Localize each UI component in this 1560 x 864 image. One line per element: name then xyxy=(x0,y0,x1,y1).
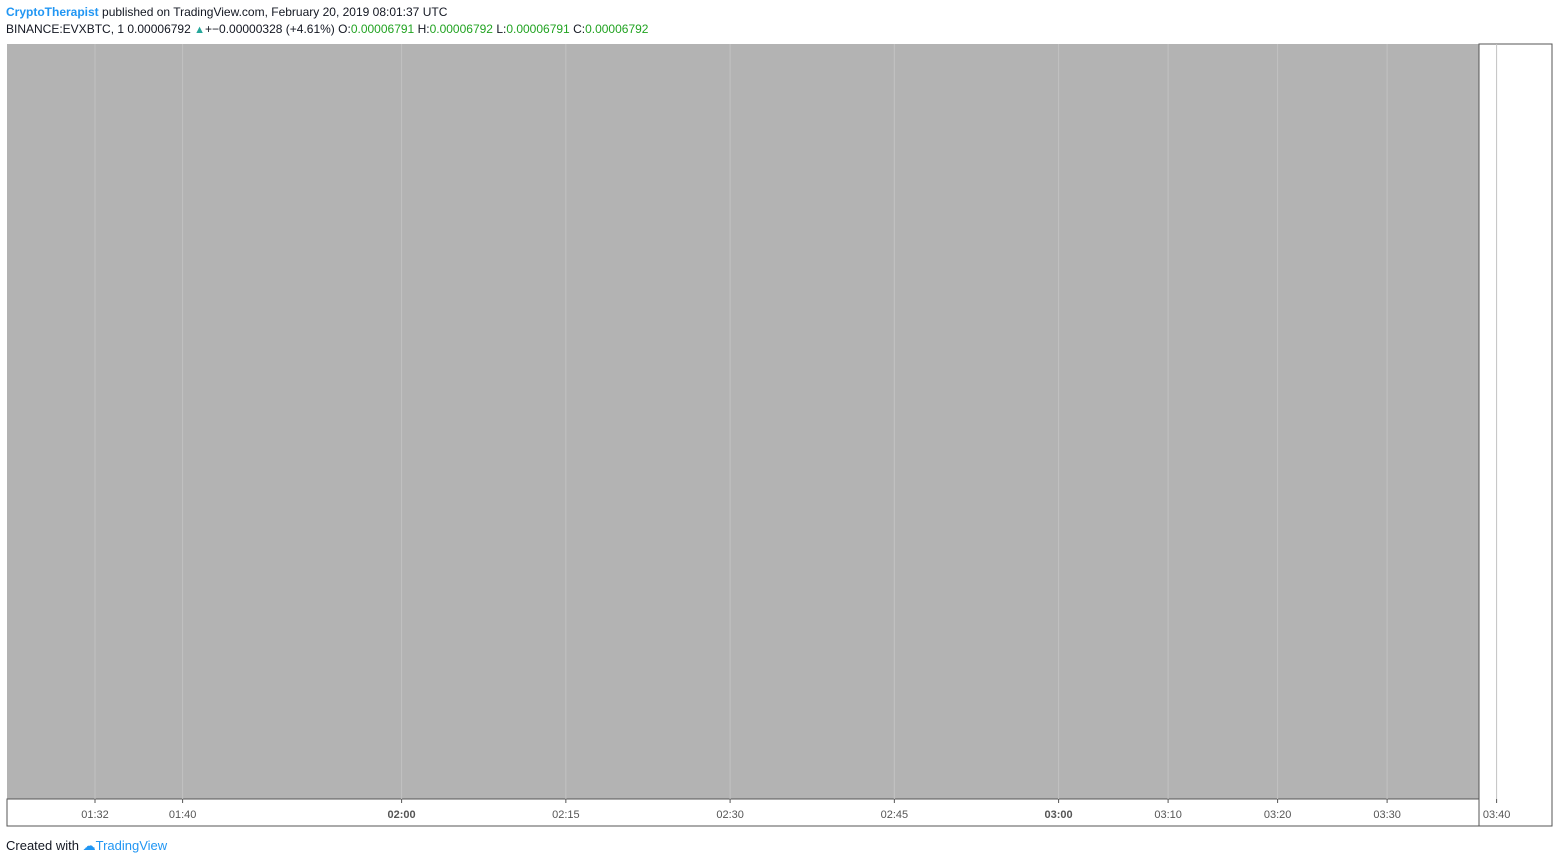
tradingview-logo-icon: ☁ xyxy=(82,838,96,853)
x-tick-label: 03:00 xyxy=(1045,809,1073,821)
created-with-text: Created with xyxy=(6,838,79,853)
price-chart[interactable]: 0.000085000.000080000.000070000.00005500… xyxy=(0,0,1560,864)
x-tick-label: 02:45 xyxy=(881,809,909,821)
x-tick-label: 01:32 xyxy=(81,809,109,821)
x-tick-label: 03:30 xyxy=(1373,809,1401,821)
x-tick-label: 03:10 xyxy=(1154,809,1182,821)
x-tick-label: 03:40 xyxy=(1483,809,1511,821)
x-tick-label: 02:00 xyxy=(388,809,416,821)
x-tick-label: 02:30 xyxy=(716,809,744,821)
x-tick-label: 01:40 xyxy=(169,809,197,821)
plot-area xyxy=(7,44,1479,799)
footer: Created with ☁TradingView xyxy=(6,838,167,854)
x-tick-label: 02:15 xyxy=(552,809,580,821)
x-tick-label: 03:20 xyxy=(1264,809,1292,821)
price-axis xyxy=(1478,43,1553,827)
tradingview-link[interactable]: TradingView xyxy=(96,838,168,853)
